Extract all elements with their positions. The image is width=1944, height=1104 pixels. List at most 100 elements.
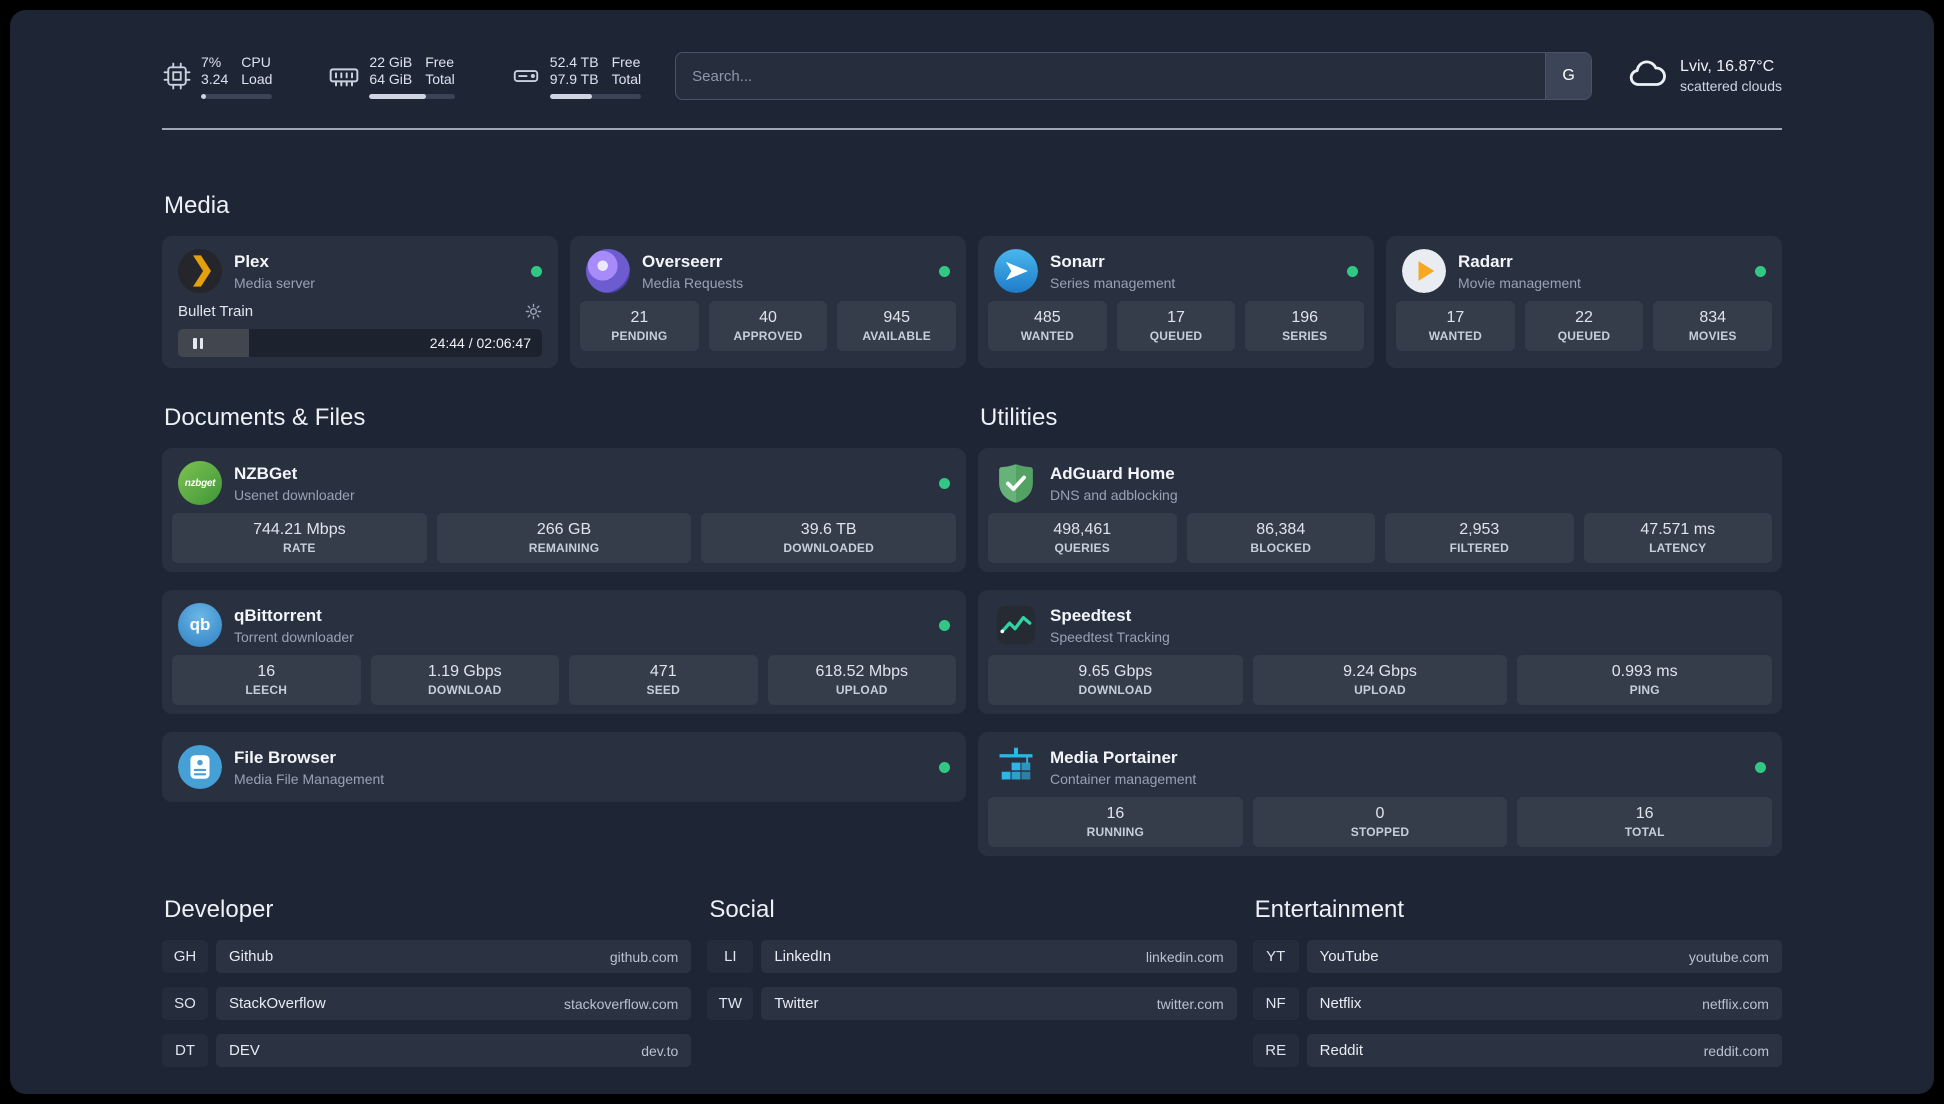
status-dot xyxy=(1755,761,1766,773)
bookmark-twitter[interactable]: TW Twitter twitter.com xyxy=(707,987,1237,1020)
stat-value: 22 xyxy=(1575,309,1593,326)
stat-value: 16 xyxy=(1635,805,1654,822)
app-description: Series management xyxy=(1050,274,1176,291)
middle-sections: Documents & Files nzbget NZBGet Usenet d… xyxy=(162,404,1782,856)
app-card-radarr[interactable]: Radarr Movie management 17 WANTED 22 QUE… xyxy=(1386,236,1782,368)
bookmark-github[interactable]: GH Github github.com xyxy=(162,940,692,973)
stat-filtered: 2,953 FILTERED xyxy=(1385,513,1574,563)
bookmark-youtube[interactable]: YT YouTube youtube.com xyxy=(1253,940,1782,973)
bookmark-url: youtube.com xyxy=(1688,948,1769,965)
app-card-nzbget[interactable]: nzbget NZBGet Usenet downloader 744.21 M… xyxy=(162,448,966,572)
stat-value: 0 xyxy=(1375,805,1385,822)
top-bar: 7% 3.24 CPU Load 22 GiB 64 GiB Free Tota… xyxy=(162,10,1782,106)
cpu-icon xyxy=(162,61,192,91)
pause-icon[interactable] xyxy=(189,334,207,353)
app-card-sonarr[interactable]: Sonarr Series management 485 WANTED 17 Q… xyxy=(978,236,1374,368)
stat-label: QUEUED xyxy=(1149,329,1203,343)
app-name: File Browser xyxy=(234,747,337,767)
playback-progress-bar[interactable]: 24:44 / 02:06:47 xyxy=(178,329,542,357)
stat-upload: 9.24 Gbps UPLOAD xyxy=(1252,655,1508,705)
memory-widget: 22 GiB 64 GiB Free Total xyxy=(328,53,455,99)
disk-free-label: Free xyxy=(611,53,641,70)
bookmark-name: YouTube xyxy=(1319,948,1379,965)
status-dot xyxy=(939,761,950,773)
stat-queued: 17 QUEUED xyxy=(1116,301,1236,351)
stat-blocked: 86,384 BLOCKED xyxy=(1186,513,1375,563)
media-cards: Plex Media server Bullet Train 24:44 / 0… xyxy=(162,236,1782,368)
stat-value: 9.65 Gbps xyxy=(1078,663,1153,680)
stat-movies: 834 MOVIES xyxy=(1653,301,1773,351)
cpu-usage-bar xyxy=(201,93,273,99)
stat-download: 1.19 Gbps DOWNLOAD xyxy=(370,655,559,705)
bookmark-abbr: NF xyxy=(1253,987,1299,1020)
qbittorrent-icon: qb xyxy=(178,603,222,647)
bookmark-stackoverflow[interactable]: SO StackOverflow stackoverflow.com xyxy=(162,987,692,1020)
stat-total: 16 TOTAL xyxy=(1517,797,1773,847)
app-card-speedtest[interactable]: Speedtest Speedtest Tracking 9.65 Gbps D… xyxy=(978,590,1782,714)
bookmark-url: linkedin.com xyxy=(1145,948,1224,965)
search-provider-button[interactable]: G xyxy=(1545,53,1592,99)
app-card-plex[interactable]: Plex Media server Bullet Train 24:44 / 0… xyxy=(162,236,558,368)
section-title-documents: Documents & Files xyxy=(164,404,366,431)
stat-value: 196 xyxy=(1291,309,1319,326)
disk-total-label: Total xyxy=(611,70,642,87)
memory-free-label: Free xyxy=(425,53,455,70)
section-documents: Documents & Files nzbget NZBGet Usenet d… xyxy=(162,404,966,802)
section-title-social: Social xyxy=(709,896,775,923)
app-description: DNS and adblocking xyxy=(1050,486,1178,503)
bookmark-netflix[interactable]: NF Netflix netflix.com xyxy=(1253,987,1782,1020)
stat-approved: 40 APPROVED xyxy=(708,301,828,351)
settings-gear-icon[interactable] xyxy=(525,303,542,320)
stat-value: 17 xyxy=(1167,309,1185,326)
stat-label: RUNNING xyxy=(1086,825,1145,839)
sonarr-icon xyxy=(994,249,1038,293)
app-name: Overseerr xyxy=(642,251,723,271)
bookmark-url: reddit.com xyxy=(1703,1042,1769,1059)
app-name: Radarr xyxy=(1458,251,1513,271)
disk-widget: 52.4 TB 97.9 TB Free Total xyxy=(511,53,642,99)
app-card-filebrowser[interactable]: File Browser Media File Management xyxy=(162,732,966,802)
stat-value: 618.52 Mbps xyxy=(815,663,908,680)
stat-label: PENDING xyxy=(611,329,668,343)
memory-free-value: 22 GiB xyxy=(369,53,413,70)
app-card-portainer[interactable]: Media Portainer Container management 16 … xyxy=(978,732,1782,856)
search-bar[interactable]: G xyxy=(675,52,1593,100)
app-card-overseerr[interactable]: Overseerr Media Requests 21 PENDING 40 A… xyxy=(570,236,966,368)
bookmark-group-developer: Developer GH Github github.com SO StackO… xyxy=(162,896,692,1067)
cpu-sublabel: Load xyxy=(241,70,273,87)
status-dot xyxy=(939,477,950,489)
nzbget-icon: nzbget xyxy=(178,461,222,505)
bookmark-abbr: RE xyxy=(1253,1034,1299,1067)
app-description: Usenet downloader xyxy=(234,486,355,503)
stat-value: 47.571 ms xyxy=(1640,521,1716,538)
status-dot xyxy=(1347,265,1358,277)
bookmark-reddit[interactable]: RE Reddit reddit.com xyxy=(1253,1034,1782,1067)
stat-value: 21 xyxy=(630,309,649,326)
search-input[interactable] xyxy=(676,53,1546,99)
memory-total-value: 64 GiB xyxy=(369,70,413,87)
stat-value: 834 xyxy=(1699,309,1727,326)
bookmark-name: Twitter xyxy=(774,995,819,1012)
app-card-qbittorrent[interactable]: qb qBittorrent Torrent downloader 16 LEE… xyxy=(162,590,966,714)
plex-now-playing: Bullet Train 24:44 / 02:06:47 xyxy=(172,301,548,359)
app-description: Media Requests xyxy=(642,274,744,291)
stat-pending: 21 PENDING xyxy=(580,301,699,351)
bookmark-group-entertainment: Entertainment YT YouTube youtube.com NF … xyxy=(1253,896,1782,1067)
stat-value: 945 xyxy=(883,309,911,326)
bookmark-linkedin[interactable]: LI LinkedIn linkedin.com xyxy=(707,940,1237,973)
stat-label: DOWNLOAD xyxy=(427,683,502,697)
bookmark-abbr: DT xyxy=(162,1034,208,1067)
stat-downloaded: 39.6 TB DOWNLOADED xyxy=(701,513,957,563)
bookmark-dev[interactable]: DT DEV dev.to xyxy=(162,1034,692,1067)
stat-label: UPLOAD xyxy=(1354,683,1406,697)
stat-value: 744.21 Mbps xyxy=(253,521,346,538)
stat-label: LEECH xyxy=(245,683,288,697)
app-description: Media server xyxy=(234,274,315,291)
section-media: Media Plex Media server Bullet Train 24:… xyxy=(162,192,1782,368)
app-card-adguard[interactable]: AdGuard Home DNS and adblocking 498,461 … xyxy=(978,448,1782,572)
app-name: NZBGet xyxy=(234,463,298,483)
bookmark-abbr: YT xyxy=(1253,940,1299,973)
bookmark-url: dev.to xyxy=(641,1042,679,1059)
stat-value: 39.6 TB xyxy=(800,521,857,538)
stat-value: 16 xyxy=(1106,805,1125,822)
